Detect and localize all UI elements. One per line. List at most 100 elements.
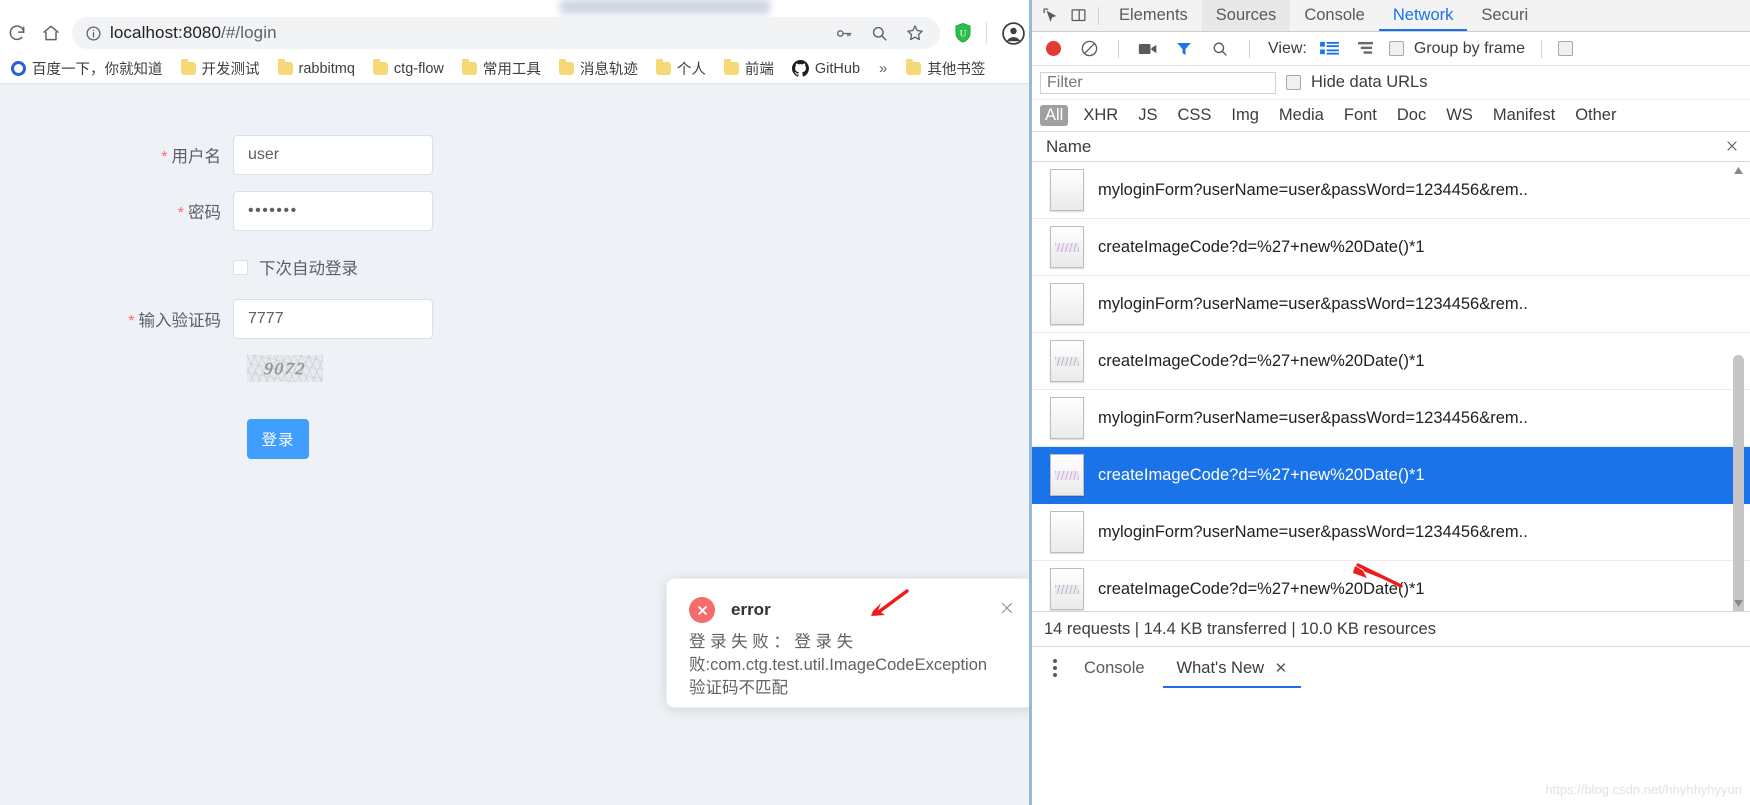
- type-filter-all[interactable]: All: [1040, 105, 1069, 126]
- hide-data-urls-label: Hide data URLs: [1311, 73, 1428, 91]
- bookmark-item[interactable]: 前端: [715, 56, 783, 82]
- zoom-magnifier-icon[interactable]: [868, 22, 890, 44]
- table-row[interactable]: createImageCode?d=%27+new%20Date()*1: [1032, 219, 1750, 276]
- bookmarks-overflow-button[interactable]: »: [869, 60, 897, 77]
- request-thumbnail: [1050, 568, 1084, 610]
- adblock-shield-icon[interactable]: U: [952, 22, 974, 44]
- username-input[interactable]: [233, 135, 433, 175]
- bookmark-label: 常用工具: [482, 62, 541, 78]
- filter-funnel-icon[interactable]: [1171, 36, 1197, 62]
- page-info-icon[interactable]: [82, 22, 104, 44]
- type-filter-js[interactable]: JS: [1133, 105, 1162, 126]
- scrollbar-thumb[interactable]: [1733, 355, 1744, 611]
- request-thumbnail: [1050, 169, 1084, 211]
- table-row[interactable]: myloginForm?userName=user&passWord=12344…: [1032, 390, 1750, 447]
- captcha-row: * 输入验证码: [0, 299, 700, 339]
- required-marker: *: [177, 205, 184, 222]
- login-button[interactable]: 登录: [247, 419, 309, 459]
- type-filter-doc[interactable]: Doc: [1392, 105, 1431, 126]
- auto-login-label: 下次自动登录: [259, 260, 358, 278]
- network-request-list[interactable]: myloginForm?userName=user&passWord=12344…: [1032, 162, 1750, 611]
- password-input[interactable]: [233, 191, 433, 231]
- close-icon[interactable]: ✕: [1275, 660, 1288, 677]
- home-icon[interactable]: [34, 16, 68, 50]
- table-row[interactable]: myloginForm?userName=user&passWord=12344…: [1032, 504, 1750, 561]
- filter-input[interactable]: [1040, 71, 1276, 94]
- table-row[interactable]: myloginForm?userName=user&passWord=12344…: [1032, 276, 1750, 333]
- type-filter-img[interactable]: Img: [1226, 105, 1264, 126]
- tab-elements[interactable]: Elements: [1105, 0, 1202, 31]
- hide-data-urls-checkbox[interactable]: [1286, 75, 1301, 90]
- inspect-cursor-icon[interactable]: [1036, 1, 1064, 29]
- table-row[interactable]: createImageCode?d=%27+new%20Date()*1: [1032, 333, 1750, 390]
- bookmark-star-icon[interactable]: [904, 22, 926, 44]
- type-filter-manifest[interactable]: Manifest: [1488, 105, 1560, 126]
- bookmark-label: 个人: [676, 62, 706, 78]
- request-thumbnail: [1050, 397, 1084, 439]
- type-filter-ws[interactable]: WS: [1441, 105, 1478, 126]
- search-icon[interactable]: [1207, 36, 1233, 62]
- view-list-icon[interactable]: [1317, 36, 1343, 62]
- drawer-tab-console[interactable]: Console: [1070, 648, 1159, 688]
- device-toolbar-icon[interactable]: [1064, 1, 1092, 29]
- type-filter-css[interactable]: CSS: [1172, 105, 1216, 126]
- scrollbar[interactable]: [1732, 162, 1744, 611]
- bookmark-label: 消息轨迹: [579, 62, 638, 78]
- bookmark-item[interactable]: ctg-flow: [364, 56, 453, 82]
- group-by-frame-checkbox[interactable]: [1388, 41, 1404, 56]
- profile-avatar-icon[interactable]: [999, 19, 1027, 47]
- bookmark-item[interactable]: 个人: [647, 56, 715, 82]
- captcha-image-text: 9072: [263, 358, 308, 378]
- bookmark-item[interactable]: 开发测试: [172, 56, 269, 82]
- type-filter-media[interactable]: Media: [1274, 105, 1329, 126]
- captcha-input[interactable]: [233, 299, 433, 339]
- tab-sources[interactable]: Sources: [1201, 0, 1291, 31]
- notification-header: error: [689, 597, 1012, 623]
- bookmark-item[interactable]: 常用工具: [453, 56, 550, 82]
- svg-text:U: U: [960, 28, 967, 38]
- type-filter-xhr[interactable]: XHR: [1078, 105, 1123, 126]
- clear-icon[interactable]: [1076, 36, 1102, 62]
- network-toolbar: View: Group by frame: [1032, 32, 1750, 66]
- folder-icon: [180, 59, 196, 75]
- username-label: * 用户名: [0, 143, 233, 167]
- chevron-up-icon[interactable]: [1733, 164, 1744, 176]
- chevron-down-icon[interactable]: [1733, 597, 1744, 609]
- table-row-selected[interactable]: createImageCode?d=%27+new%20Date()*1: [1032, 447, 1750, 504]
- bookmark-item[interactable]: GitHub: [783, 56, 869, 82]
- drawer-tab-whats-new[interactable]: What's New ✕: [1162, 648, 1302, 688]
- captcha-image[interactable]: 9072: [247, 355, 323, 382]
- request-name: createImageCode?d=%27+new%20Date()*1: [1098, 579, 1425, 598]
- tab-network[interactable]: Network: [1378, 0, 1468, 31]
- reload-icon[interactable]: [0, 16, 34, 50]
- type-filter-font[interactable]: Font: [1339, 105, 1382, 126]
- browser-window: localhost:8080/#/login U 百度一下，你就知道 开发测试 …: [0, 0, 1035, 805]
- notification-line-3: 验证码不匹配: [689, 679, 788, 697]
- bookmark-label: 百度一下，你就知道: [32, 62, 163, 78]
- table-row[interactable]: createImageCode?d=%27+new%20Date()*1: [1032, 561, 1750, 611]
- folder-icon: [277, 59, 293, 75]
- password-key-icon[interactable]: [832, 22, 854, 44]
- address-bar[interactable]: localhost:8080/#/login: [72, 17, 940, 49]
- capture-screenshots-icon[interactable]: [1135, 36, 1161, 62]
- table-row[interactable]: myloginForm?userName=user&passWord=12344…: [1032, 162, 1750, 219]
- type-filter-other[interactable]: Other: [1570, 105, 1621, 126]
- close-icon[interactable]: [1724, 138, 1740, 154]
- url-path: /#/login: [221, 23, 277, 42]
- notification-body: 登 录 失 败 ： 登 录 失 败:com.ctg.test.util.Imag…: [689, 631, 1012, 700]
- group-by-frame-label: Group by frame: [1413, 39, 1525, 57]
- bookmark-item[interactable]: rabbitmq: [269, 56, 364, 82]
- auto-login-checkbox[interactable]: [233, 259, 248, 275]
- preserve-log-checkbox[interactable]: [1558, 41, 1573, 56]
- more-options-icon[interactable]: [1044, 657, 1066, 679]
- watermark: https://blog.csdn.net/hhyhhyhyyun: [1545, 782, 1742, 797]
- tab-console[interactable]: Console: [1290, 0, 1379, 31]
- close-icon[interactable]: [998, 599, 1016, 617]
- column-header-name[interactable]: Name: [1032, 132, 1750, 162]
- bookmark-item[interactable]: 百度一下，你就知道: [2, 56, 172, 82]
- bookmark-item[interactable]: 消息轨迹: [550, 56, 647, 82]
- tab-security[interactable]: Securi: [1467, 0, 1542, 31]
- other-bookmarks-item[interactable]: 其他书签: [897, 56, 994, 82]
- view-waterfall-icon[interactable]: [1353, 36, 1379, 62]
- record-button-icon[interactable]: [1040, 36, 1066, 62]
